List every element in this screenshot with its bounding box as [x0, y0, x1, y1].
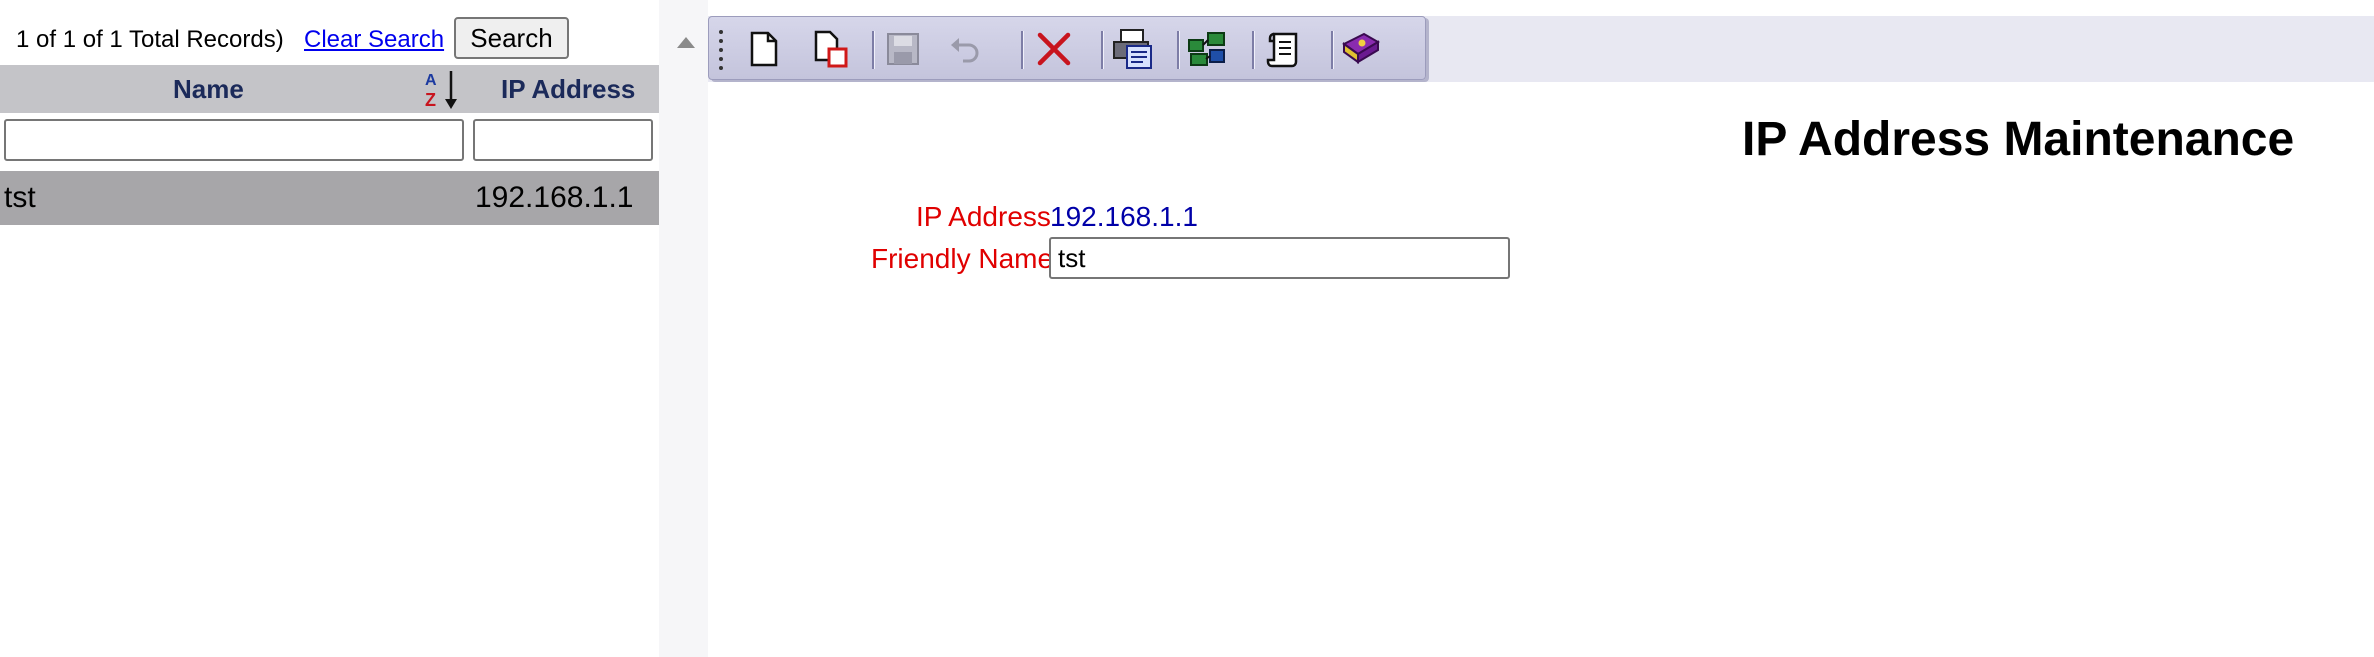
clear-search-link[interactable]: Clear Search — [304, 26, 444, 54]
toolbar-separator — [1252, 31, 1255, 69]
help-book-icon[interactable] — [1339, 27, 1383, 71]
friendly-name-label: Friendly Name — [871, 243, 1054, 274]
table-row[interactable]: tst 192.168.1.1 — [0, 171, 659, 225]
column-header-name[interactable]: Name — [173, 74, 244, 105]
grid-header: Name A Z IP Address — [0, 65, 659, 113]
ip-address-value: 192.168.1.1 — [1050, 201, 1198, 232]
network-icon[interactable] — [1185, 27, 1229, 71]
save-icon[interactable] — [881, 27, 925, 71]
toolbar-separator — [1331, 31, 1334, 69]
sort-az-descending-icon[interactable]: A Z — [424, 68, 460, 110]
scroll-up-arrow-icon[interactable] — [677, 37, 695, 48]
filter-row — [0, 113, 659, 170]
new-document-icon[interactable] — [742, 27, 786, 71]
ip-filter-input[interactable] — [473, 119, 653, 161]
cell-name: tst — [4, 181, 36, 214]
column-header-ip-address[interactable]: IP Address — [501, 74, 635, 105]
record-count-text: 1 of 1 of 1 Total Records) — [16, 26, 284, 53]
ip-address-label: IP Address — [916, 201, 1051, 232]
name-filter-input[interactable] — [4, 119, 464, 161]
toolbar-separator — [872, 31, 875, 69]
toolbar-separator — [1177, 31, 1180, 69]
search-status-bar: 1 of 1 of 1 Total Records) Clear Search … — [0, 16, 659, 62]
copy-document-icon[interactable] — [809, 27, 853, 71]
page-title: IP Address Maintenance — [1742, 113, 2295, 166]
toolbar — [708, 16, 1426, 80]
cell-ip-address: 192.168.1.1 — [475, 181, 634, 214]
scroll-icon[interactable] — [1262, 27, 1306, 71]
search-button[interactable]: Search — [454, 17, 569, 59]
panel-splitter[interactable] — [659, 0, 708, 657]
delete-icon[interactable] — [1032, 27, 1076, 71]
undo-icon[interactable] — [943, 27, 987, 71]
friendly-name-input[interactable] — [1049, 237, 1510, 279]
svg-text:A: A — [425, 72, 437, 89]
svg-text:Z: Z — [425, 90, 436, 110]
print-icon[interactable] — [1111, 27, 1155, 71]
toolbar-grip-icon[interactable] — [718, 30, 724, 74]
toolbar-separator — [1021, 31, 1024, 69]
toolbar-separator — [1101, 31, 1104, 69]
record-list-panel: 1 of 1 of 1 Total Records) Clear Search … — [0, 0, 659, 657]
